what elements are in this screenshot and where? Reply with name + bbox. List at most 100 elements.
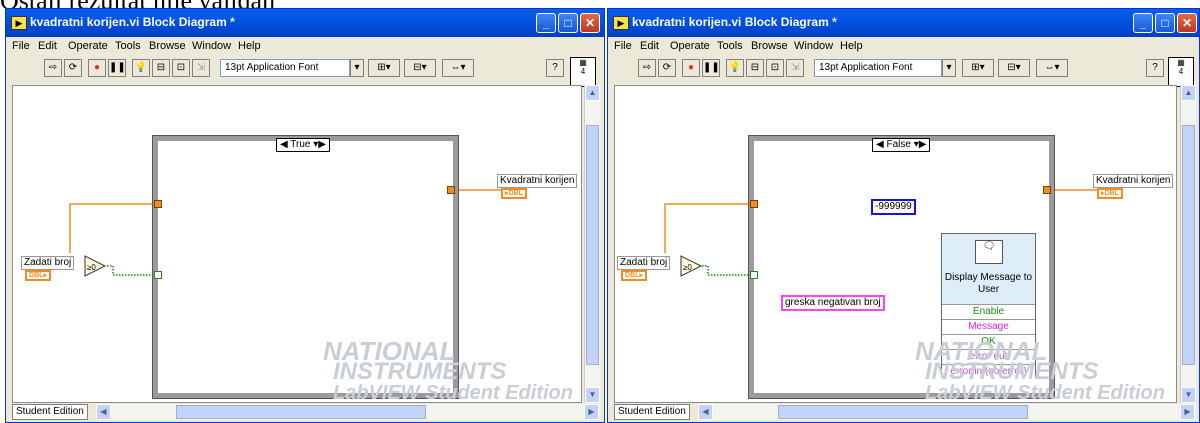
- distribute-objects-icon[interactable]: ⊟▾: [998, 59, 1030, 77]
- vertical-scrollbar[interactable]: ▲ ▼: [584, 85, 600, 403]
- maximize-button[interactable]: □: [1155, 13, 1175, 33]
- abort-icon[interactable]: ●: [682, 59, 700, 77]
- menu-edit[interactable]: Edit: [38, 40, 57, 52]
- scroll-left-icon[interactable]: ◀: [96, 404, 111, 420]
- toolbar: ⇨ ⟳ ● ❚❚ 💡 ⊟ ⊡ ⇲ 13pt Application Font ▾…: [6, 55, 604, 87]
- menu-browse[interactable]: Browse: [149, 40, 186, 52]
- pause-icon[interactable]: ❚❚: [702, 59, 720, 77]
- run-arrow-icon[interactable]: ⇨: [638, 59, 656, 77]
- retain-wire-values-icon[interactable]: ⊟: [152, 59, 170, 77]
- align-objects-icon[interactable]: ⊞▾: [962, 59, 994, 77]
- indicator-terminal[interactable]: ▸DBL: [1097, 188, 1123, 199]
- scroll-up-icon[interactable]: ▲: [1181, 85, 1196, 101]
- scroll-right-icon[interactable]: ▶: [1180, 404, 1195, 420]
- menu-bar: File Edit Operate Tools Browse Window He…: [608, 38, 1199, 54]
- case-selector[interactable]: ◀ True ▾▶: [276, 138, 330, 152]
- close-button[interactable]: ✕: [580, 13, 600, 33]
- context-help-icon[interactable]: ?: [546, 59, 564, 77]
- display-message-node[interactable]: 🗨 Display Message to User Enable Message…: [941, 233, 1036, 379]
- pin-ok[interactable]: OK: [942, 334, 1035, 349]
- case-selector-value: True: [290, 139, 311, 150]
- vi-connector-icon[interactable]: ▦ 4: [570, 57, 596, 87]
- align-objects-icon[interactable]: ⊞▾: [368, 59, 400, 77]
- font-select[interactable]: 13pt Application Font: [220, 59, 350, 77]
- scroll-down-icon[interactable]: ▼: [585, 387, 600, 403]
- string-constant[interactable]: greska negativan broj: [781, 295, 885, 311]
- distribute-objects-icon[interactable]: ⊟▾: [404, 59, 436, 77]
- minimize-button[interactable]: _: [1133, 13, 1153, 33]
- status-edition: Student Edition: [12, 404, 88, 420]
- highlight-execution-icon[interactable]: 💡: [132, 59, 150, 77]
- maximize-button[interactable]: □: [558, 13, 578, 33]
- vi-connector-icon[interactable]: ▦ 4: [1168, 57, 1194, 87]
- menu-file[interactable]: File: [614, 40, 632, 52]
- scroll-thumb[interactable]: [1182, 125, 1195, 365]
- vertical-scrollbar[interactable]: ▲ ▼: [1180, 85, 1196, 403]
- run-continuous-icon[interactable]: ⟳: [64, 59, 82, 77]
- menu-file[interactable]: File: [12, 40, 30, 52]
- menu-window[interactable]: Window: [192, 40, 231, 52]
- case-structure[interactable]: [152, 135, 459, 399]
- step-into-icon[interactable]: ⊡: [172, 59, 190, 77]
- step-over-icon[interactable]: ⇲: [192, 59, 210, 77]
- diagram-canvas[interactable]: ≥0 ◀ False ▾▶ -999999 greska negativan b…: [614, 85, 1177, 403]
- indicator-terminal[interactable]: ▸DBL: [501, 188, 527, 199]
- scroll-down-icon[interactable]: ▼: [1181, 387, 1196, 403]
- reorder-icon[interactable]: ⇔▾: [442, 59, 474, 77]
- scroll-right-icon[interactable]: ▶: [584, 404, 599, 420]
- case-selector[interactable]: ◀ False ▾▶: [872, 138, 931, 152]
- close-button[interactable]: ✕: [1177, 13, 1197, 33]
- control-label: Zadati broj: [21, 256, 75, 270]
- scroll-thumb[interactable]: [586, 125, 599, 365]
- reorder-icon[interactable]: ⇔▾: [1036, 59, 1068, 77]
- window-title: kvadratni korijen.vi Block Diagram *: [632, 15, 837, 29]
- font-select[interactable]: 13pt Application Font: [814, 59, 942, 77]
- abort-icon[interactable]: ●: [88, 59, 106, 77]
- window-title: kvadratni korijen.vi Block Diagram *: [30, 15, 235, 29]
- context-help-icon[interactable]: ?: [1146, 59, 1164, 77]
- menu-edit[interactable]: Edit: [640, 40, 659, 52]
- type-tag: DBL: [29, 272, 44, 279]
- horizontal-scrollbar[interactable]: ◀ ▶: [698, 404, 1196, 420]
- scroll-left-icon[interactable]: ◀: [698, 404, 713, 420]
- control-terminal[interactable]: DBL▸: [25, 270, 51, 281]
- pin-message[interactable]: Message: [942, 319, 1035, 334]
- menu-browse[interactable]: Browse: [751, 40, 788, 52]
- menu-tools[interactable]: Tools: [115, 40, 141, 52]
- menu-window[interactable]: Window: [794, 40, 833, 52]
- title-bar[interactable]: ▶ kvadratni korijen.vi Block Diagram * _…: [6, 9, 604, 37]
- ge0-symbol: ≥0: [87, 263, 96, 272]
- step-into-icon[interactable]: ⊡: [766, 59, 784, 77]
- menu-help[interactable]: Help: [840, 40, 863, 52]
- menu-tools[interactable]: Tools: [717, 40, 743, 52]
- font-dropdown-arrow-icon[interactable]: ▾: [942, 59, 956, 77]
- retain-wire-values-icon[interactable]: ⊟: [746, 59, 764, 77]
- numeric-constant[interactable]: -999999: [871, 199, 916, 215]
- menu-help[interactable]: Help: [238, 40, 261, 52]
- run-arrow-icon[interactable]: ⇨: [44, 59, 62, 77]
- message-node-header: 🗨 Display Message to User: [942, 234, 1035, 304]
- input-tunnel: [750, 200, 758, 208]
- type-tag: DBL: [625, 272, 640, 279]
- minimize-button[interactable]: _: [536, 13, 556, 33]
- menu-operate[interactable]: Operate: [68, 40, 108, 52]
- font-dropdown-arrow-icon[interactable]: ▾: [350, 59, 364, 77]
- h-scroll-thumb[interactable]: [176, 405, 426, 419]
- scroll-up-icon[interactable]: ▲: [585, 85, 600, 101]
- diagram-canvas[interactable]: ≥0 √ ◀ True ▾▶ Zadati broj DBL▸ Kvadratn…: [12, 85, 582, 403]
- message-node-title: Display Message to User: [944, 272, 1033, 295]
- toolbar: ⇨ ⟳ ● ❚❚ 💡 ⊟ ⊡ ⇲ 13pt Application Font ▾…: [608, 55, 1199, 87]
- pin-error-out[interactable]: error out: [942, 349, 1035, 364]
- h-scroll-thumb[interactable]: [778, 405, 1028, 419]
- title-bar[interactable]: ▶ kvadratni korijen.vi Block Diagram * _…: [608, 9, 1199, 37]
- output-tunnel: [447, 186, 455, 194]
- horizontal-scrollbar[interactable]: ◀ ▶: [96, 404, 600, 420]
- menu-operate[interactable]: Operate: [670, 40, 710, 52]
- run-continuous-icon[interactable]: ⟳: [658, 59, 676, 77]
- control-terminal[interactable]: DBL▸: [621, 270, 647, 281]
- pause-icon[interactable]: ❚❚: [108, 59, 126, 77]
- pin-enable[interactable]: Enable: [942, 304, 1035, 319]
- step-over-icon[interactable]: ⇲: [786, 59, 804, 77]
- highlight-execution-icon[interactable]: 💡: [726, 59, 744, 77]
- pin-error-in[interactable]: error in (no error): [942, 364, 1035, 379]
